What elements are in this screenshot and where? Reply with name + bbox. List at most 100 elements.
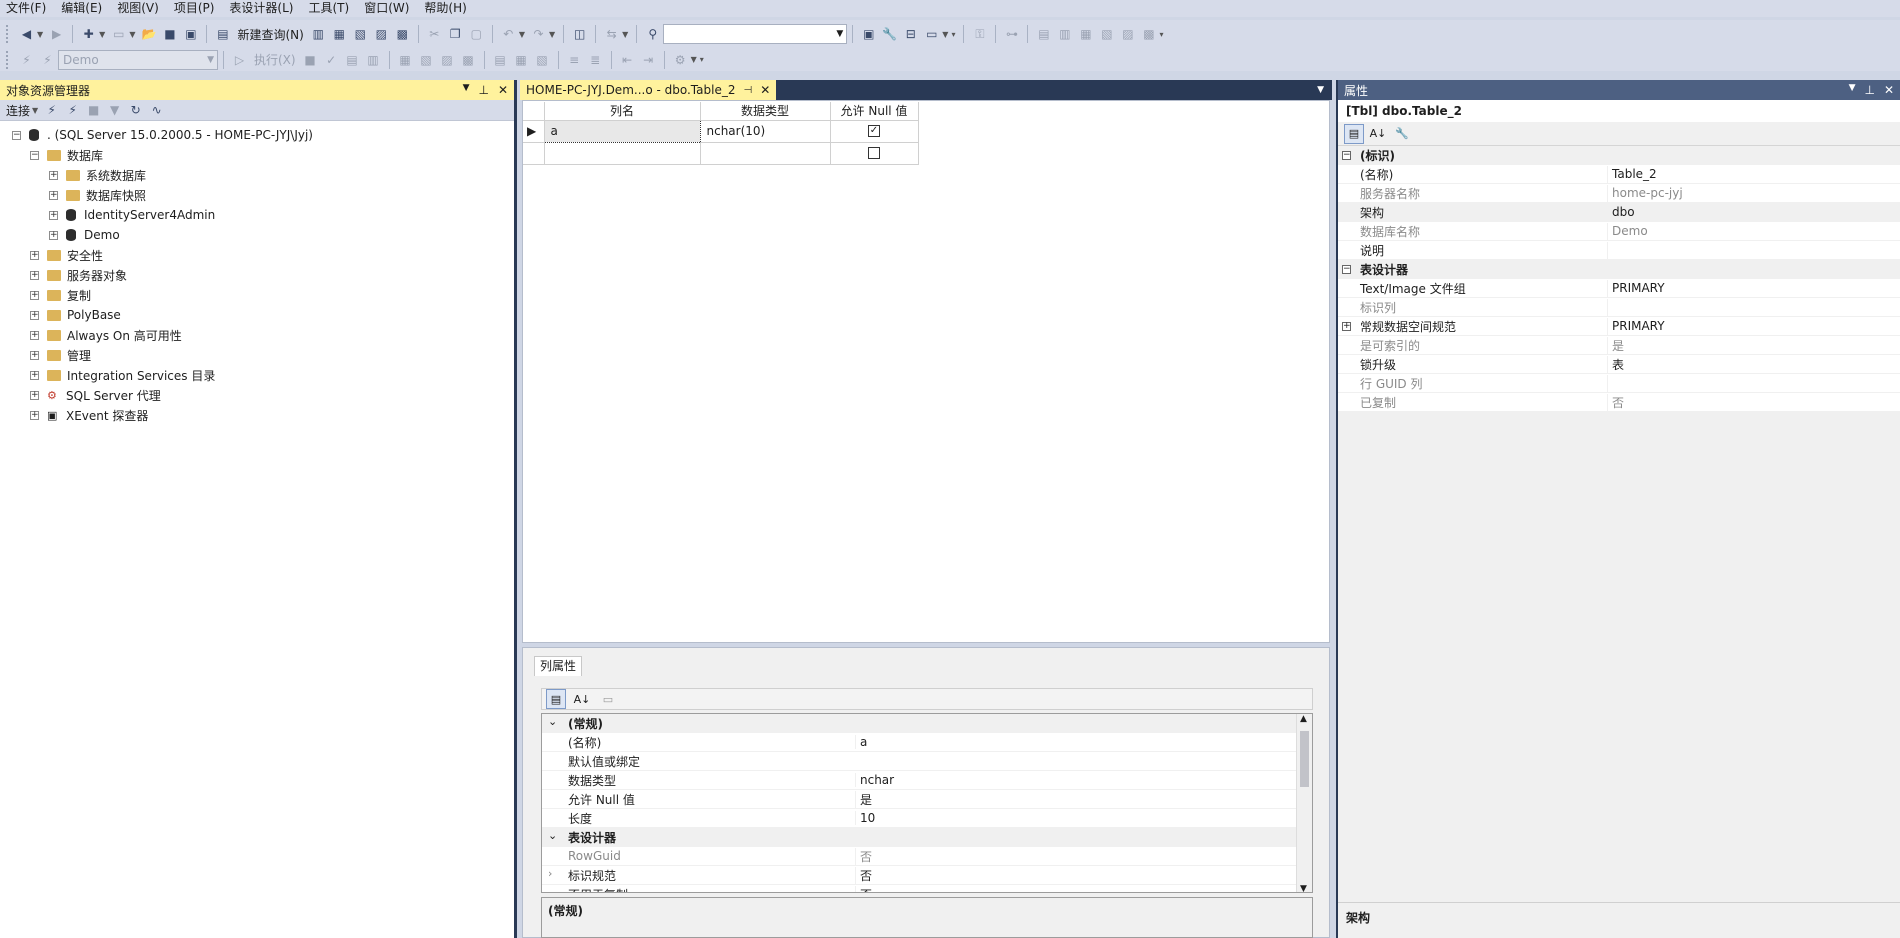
forward-icon[interactable]: ▶	[47, 25, 66, 44]
tree-node-security[interactable]: + 安全性	[0, 245, 514, 265]
mdx-query-icon[interactable]: ▦	[330, 25, 349, 44]
overflow-icon[interactable]: ▾	[1159, 30, 1163, 39]
paste-icon[interactable]: ▢	[467, 25, 486, 44]
connect-button[interactable]: 连接	[6, 102, 30, 119]
chevron-down-icon[interactable]: ▼	[129, 30, 135, 39]
collapse-icon[interactable]: −	[30, 150, 39, 160]
row-selector[interactable]	[523, 142, 545, 165]
connect-icon[interactable]: ⚡	[17, 50, 36, 69]
expand-icon[interactable]: +	[30, 390, 39, 400]
undo-icon[interactable]: ↶	[499, 25, 518, 44]
property-value[interactable]: Table_2	[1608, 167, 1900, 181]
manage-indexes-icon[interactable]: ▤	[1034, 25, 1053, 44]
cut-icon[interactable]: ✂	[425, 25, 444, 44]
chevron-down-icon[interactable]: ▼	[691, 55, 697, 64]
scrollbar-thumb[interactable]	[1300, 731, 1309, 787]
chevron-right-icon[interactable]: ›	[548, 867, 552, 880]
chevron-down-icon[interactable]: ▼	[549, 30, 555, 39]
redo-icon[interactable]: ↷	[529, 25, 548, 44]
toolbar-grip[interactable]	[6, 50, 10, 69]
expand-icon[interactable]: +	[30, 310, 39, 320]
stop-icon[interactable]: ■	[84, 101, 103, 120]
column-name-cell[interactable]	[544, 142, 701, 165]
close-icon[interactable]: ✕	[1884, 83, 1894, 97]
scroll-up-icon[interactable]: ▲	[1300, 714, 1307, 724]
filter-icon[interactable]: ▼	[105, 101, 124, 120]
property-pages-icon[interactable]: ▭	[598, 689, 618, 709]
property-row[interactable]: › 标识规范 否	[542, 866, 1312, 885]
find-combo[interactable]: ▼	[663, 24, 848, 44]
chevron-down-icon[interactable]: ▼	[37, 30, 43, 39]
property-value[interactable]: 否	[855, 847, 1312, 865]
allow-null-checkbox[interactable]	[868, 147, 880, 159]
set-primary-key-icon[interactable]: ⚿	[970, 25, 989, 44]
close-icon[interactable]: ✕	[760, 83, 770, 97]
allow-null-checkbox[interactable]: ✓	[868, 125, 880, 137]
tree-node-polybase[interactable]: + PolyBase	[0, 305, 514, 325]
overflow-icon[interactable]: ▾	[700, 55, 704, 64]
decrease-indent-icon[interactable]: ⇤	[618, 50, 637, 69]
property-value[interactable]: 否	[855, 866, 1312, 884]
chevron-down-icon[interactable]: ▼	[32, 106, 38, 115]
pin-icon[interactable]: ⊥	[478, 83, 488, 97]
uncomment-icon[interactable]: ≣	[586, 50, 605, 69]
execute-button[interactable]: 执行(X)	[254, 51, 296, 68]
tree-node-system-databases[interactable]: + 系统数据库	[0, 165, 514, 185]
open-file-icon[interactable]: 📂	[139, 25, 158, 44]
chevron-down-icon[interactable]: ⌄	[548, 715, 557, 728]
expand-icon[interactable]: +	[30, 410, 39, 420]
tab-table-designer[interactable]: HOME-PC-JYJ.Dem...o - dbo.Table_2 ⊣ ✕	[520, 80, 777, 100]
property-value[interactable]: 表	[1608, 356, 1900, 373]
execute-icon[interactable]: ▷	[230, 50, 249, 69]
property-row[interactable]: (名称) Table_2	[1338, 165, 1900, 184]
property-value[interactable]: 是	[855, 790, 1312, 808]
category-table-designer[interactable]: − 表设计器	[1338, 260, 1900, 279]
collapse-icon[interactable]: −	[1342, 150, 1351, 160]
tree-node-alwayson[interactable]: + Always On 高可用性	[0, 325, 514, 345]
include-plan-icon[interactable]: ▧	[417, 50, 436, 69]
collapse-icon[interactable]: −	[12, 130, 21, 140]
chevron-down-icon[interactable]: ⌄	[548, 829, 557, 842]
live-stats-icon[interactable]: ▨	[438, 50, 457, 69]
solution-explorer-icon[interactable]: ▣	[859, 25, 878, 44]
header-data-type[interactable]: 数据类型	[700, 102, 831, 121]
save-icon[interactable]: ■	[160, 25, 179, 44]
activity-monitor-icon[interactable]: ◫	[570, 25, 589, 44]
allow-null-cell[interactable]: ✓	[830, 120, 919, 143]
property-row[interactable]: 是可索引的是	[1338, 336, 1900, 355]
expand-icon[interactable]: +	[30, 350, 39, 360]
property-row[interactable]: 已复制否	[1338, 393, 1900, 412]
table-row[interactable]: ▶ a nchar(10) ✓	[523, 119, 919, 143]
manage-check-icon[interactable]: ▧	[1097, 25, 1116, 44]
chevron-down-icon[interactable]: ▼	[99, 30, 105, 39]
tree-node-server[interactable]: − . (SQL Server 15.0.2000.5 - HOME-PC-JYJ…	[0, 125, 514, 145]
tree-node-xevent[interactable]: + ▣ XEvent 探查器	[0, 405, 514, 425]
find-icon[interactable]: ⚲	[643, 25, 662, 44]
property-row[interactable]: 长度 10	[542, 809, 1312, 828]
menu-file[interactable]: 文件(F)	[0, 0, 55, 17]
property-row[interactable]: 数据库名称 Demo	[1338, 222, 1900, 241]
tree-node-snapshots[interactable]: + 数据库快照	[0, 185, 514, 205]
pin-icon[interactable]: ⊣	[743, 85, 752, 96]
expand-icon[interactable]: +	[49, 190, 58, 200]
intellisense-icon[interactable]: ▦	[396, 50, 415, 69]
property-row[interactable]: (名称) a	[542, 733, 1312, 752]
expand-icon[interactable]: +	[30, 330, 39, 340]
navigate-icon[interactable]: ⇆	[602, 25, 621, 44]
menu-window[interactable]: 窗口(W)	[358, 0, 418, 17]
menu-project[interactable]: 项目(P)	[168, 0, 224, 17]
new-query-button[interactable]: 新建查询(N)	[237, 26, 303, 43]
property-row[interactable]: 数据类型 nchar	[542, 771, 1312, 790]
expand-icon[interactable]: +	[30, 250, 39, 260]
disconnect-icon[interactable]: ⚡	[63, 101, 82, 120]
data-type-cell[interactable]: nchar(10)	[700, 120, 831, 143]
property-row[interactable]: 不用于复制否	[542, 885, 1312, 892]
chevron-down-icon[interactable]: ▼	[519, 30, 525, 39]
window-menu-icon[interactable]: ▼	[463, 83, 470, 97]
expand-icon[interactable]: +	[49, 170, 58, 180]
alphabetical-icon[interactable]: A↓	[1368, 124, 1388, 144]
dmx-query-icon[interactable]: ▧	[351, 25, 370, 44]
property-row[interactable]: + 常规数据空间规范 PRIMARY	[1338, 317, 1900, 336]
close-icon[interactable]: ✕	[498, 83, 508, 97]
copy-icon[interactable]: ❐	[446, 25, 465, 44]
